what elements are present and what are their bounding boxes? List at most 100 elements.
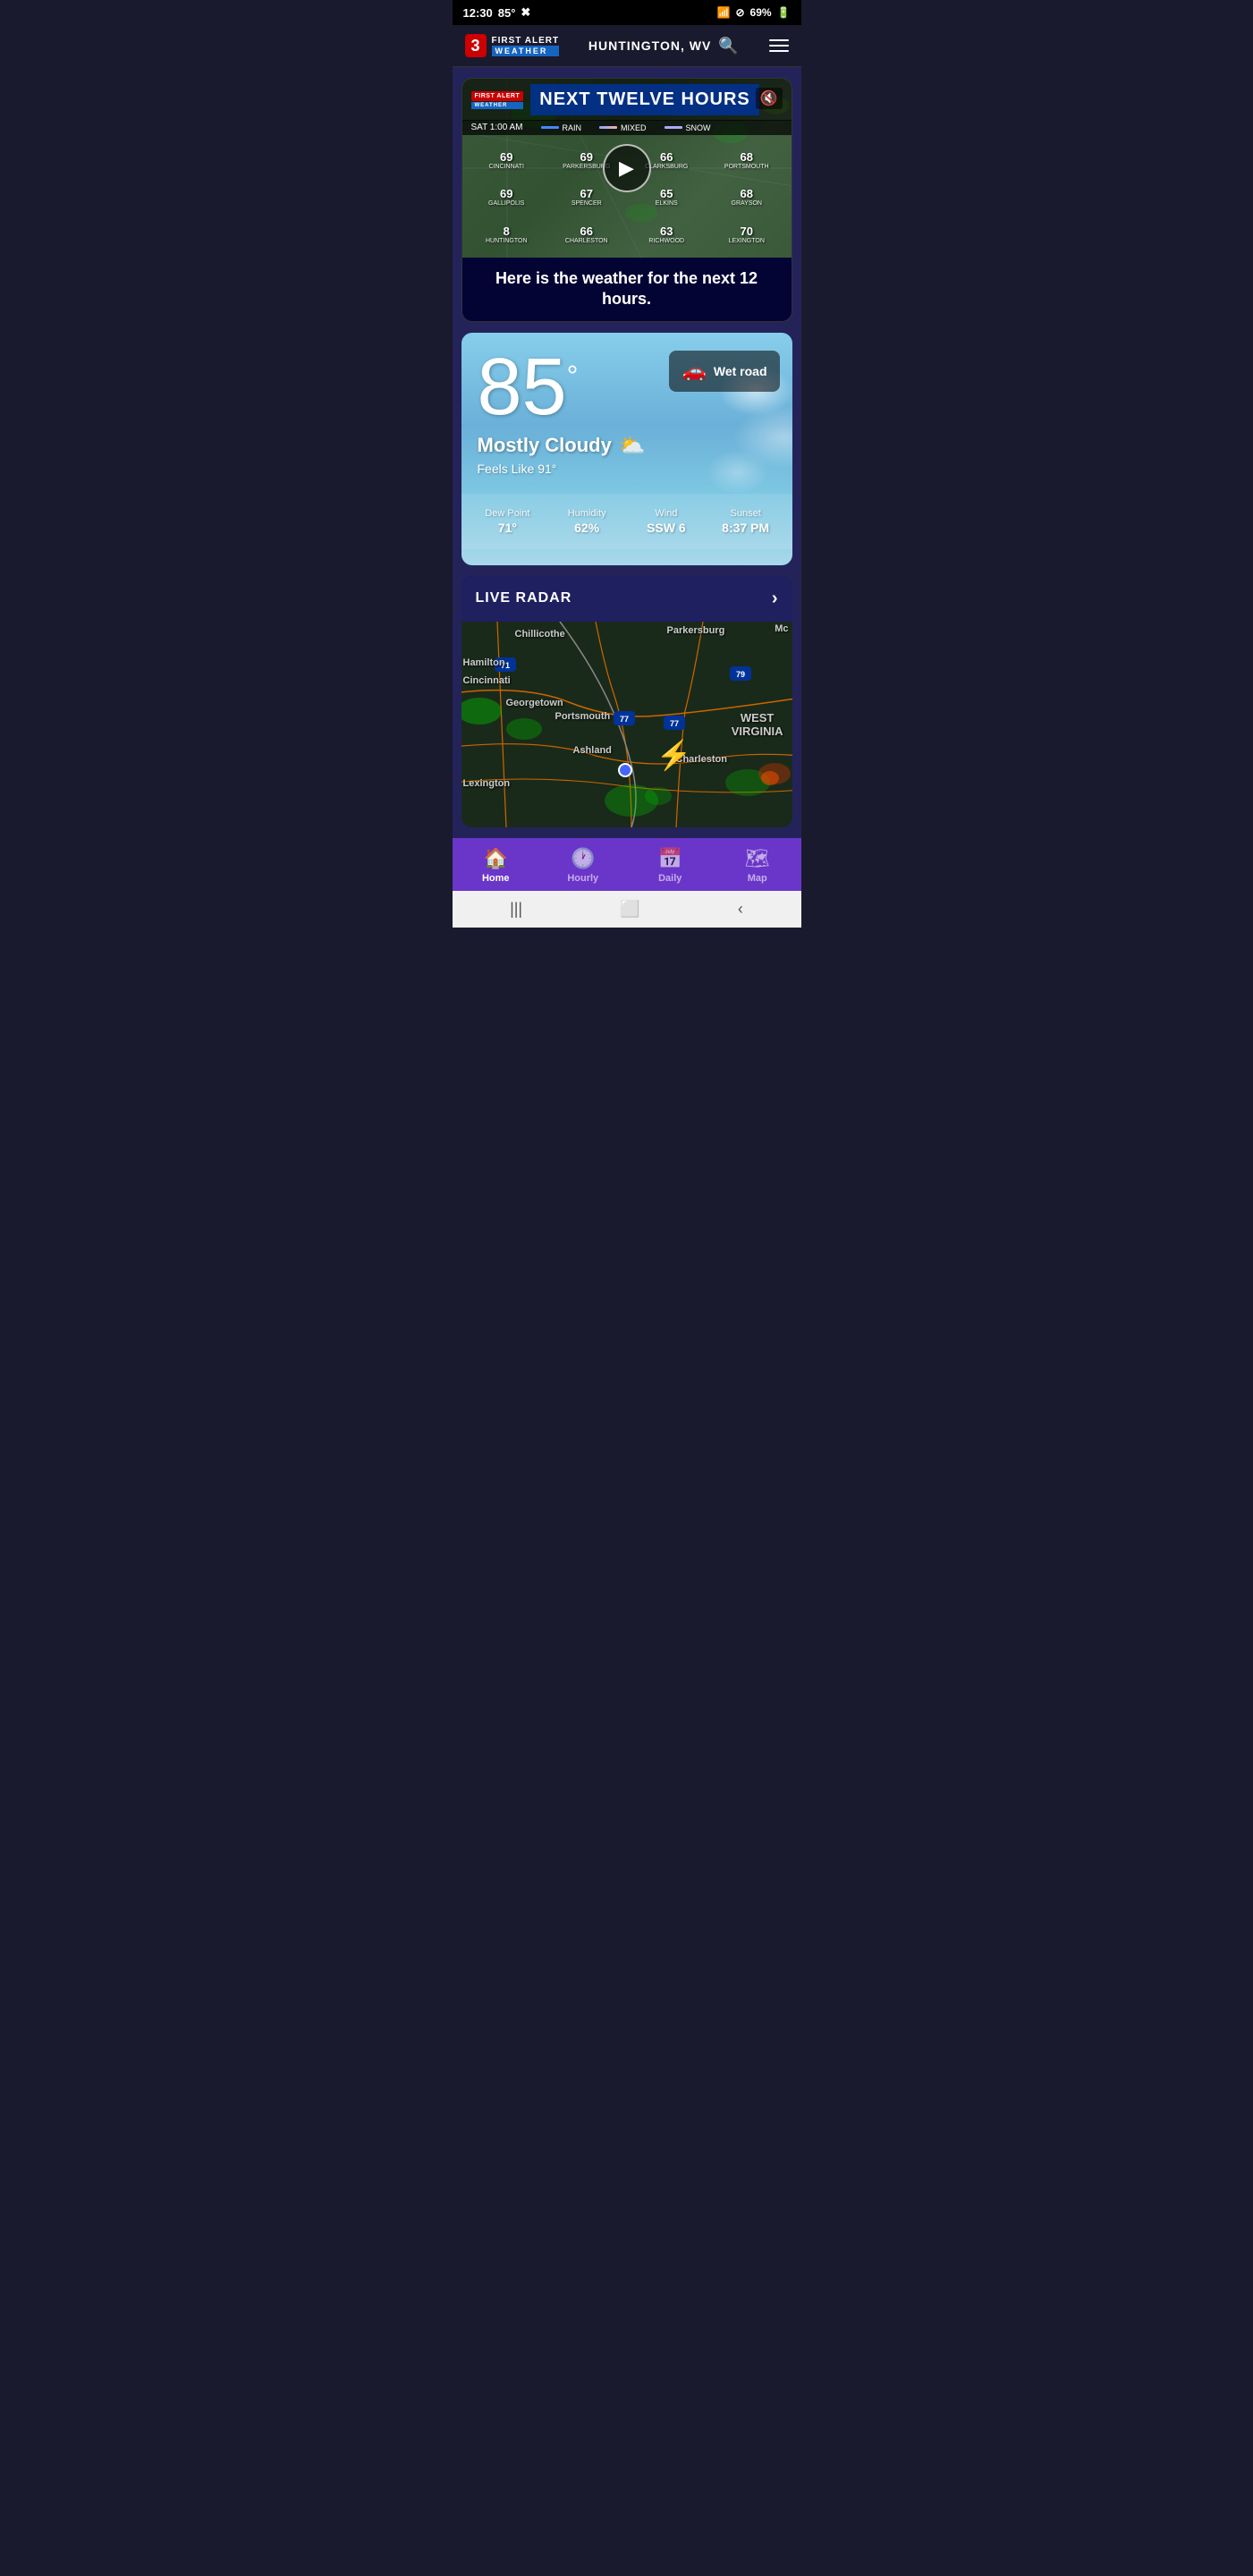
temp-charleston: 66 CHARLESTON [546, 216, 627, 253]
weather-card: 85 ° 🚗 Wet road Mostly Cloudy ⛅ Feels Li… [461, 333, 792, 565]
video-card: FIRST ALERT WEATHER NEXT TWELVE HOURS SA… [461, 78, 792, 322]
nav-hourly-label: Hourly [567, 873, 598, 884]
status-right: 📶 ⊘ 69% 🔋 [717, 6, 791, 19]
video-overlay-header: FIRST ALERT WEATHER NEXT TWELVE HOURS [462, 79, 792, 121]
video-first-alert-label: FIRST ALERT [471, 91, 524, 101]
video-weather-label: WEATHER [471, 102, 524, 109]
temperature-degree: ° [567, 360, 579, 393]
volume-button[interactable]: 🔇 [756, 88, 783, 109]
label-chillicothe: Chillicothe [515, 629, 565, 640]
radar-map[interactable]: 71 77 77 79 Chillicothe Parkersburg Hami… [461, 622, 792, 827]
legend-rain: RAIN [541, 123, 582, 132]
video-title: NEXT TWELVE HOURS [530, 84, 759, 115]
video-caption: Here is the weather for the next 12 hour… [462, 258, 792, 321]
weather-stats: Dew Point 71° Humidity 62% Wind SSW 6 Su… [461, 494, 792, 549]
nav-hourly[interactable]: 🕐 Hourly [556, 847, 610, 884]
nav-home[interactable]: 🏠 Home [469, 847, 522, 884]
menu-line-1 [769, 39, 789, 41]
stat-humidity: Humidity 62% [549, 508, 624, 535]
lightning-icon: ⚡ [656, 738, 692, 772]
label-mc: Mc [775, 623, 788, 634]
nav-daily-label: Daily [658, 873, 682, 884]
radar-card: LIVE RADAR › [461, 576, 792, 827]
label-cincinnati: Cincinnati [463, 675, 511, 686]
bottom-navigation: 🏠 Home 🕐 Hourly 📅 Daily 🗺 Map [453, 838, 801, 891]
sunset-label: Sunset [731, 508, 761, 519]
temp-portsmouth: 68 PORTSMOUTH [707, 141, 787, 179]
stat-sunset: Sunset 8:37 PM [708, 508, 783, 535]
status-time: 12:30 [463, 6, 493, 20]
temp-gallipolis: 69 GALLIPOLIS [467, 179, 547, 216]
battery-icon: 🔋 [777, 6, 791, 19]
dew-point-value: 71° [498, 521, 517, 535]
wet-road-label: Wet road [714, 364, 767, 378]
app-header: 3 FIRST ALERT WEATHER HUNTINGTON, WV 🔍 [453, 25, 801, 67]
wet-road-badge: 🚗 Wet road [669, 351, 779, 392]
android-home-button[interactable]: ⬜ [620, 900, 639, 919]
wind-value: SSW 6 [647, 521, 686, 535]
nav-map-label: Map [748, 873, 767, 884]
menu-button[interactable] [769, 39, 789, 52]
daily-icon: 📅 [658, 847, 682, 870]
condition-row: Mostly Cloudy ⛅ [478, 433, 776, 459]
nav-daily[interactable]: 📅 Daily [643, 847, 697, 884]
radar-title: LIVE RADAR [476, 590, 572, 606]
wifi-icon: 📶 [717, 6, 731, 19]
video-wrapper: FIRST ALERT WEATHER NEXT TWELVE HOURS SA… [462, 79, 792, 258]
android-nav-bar: ||| ⬜ ‹ [453, 891, 801, 928]
feels-like: Feels Like 91° [478, 462, 776, 476]
header-location: HUNTINGTON, WV 🔍 [588, 37, 740, 55]
label-portsmouth: Portsmouth [555, 711, 611, 722]
map-icon: 🗺 [745, 847, 770, 870]
temperature-value: 85 [478, 347, 567, 428]
temp-richwood: 63 RICHWOOD [627, 216, 707, 253]
no-disturb-icon: ⊘ [735, 6, 744, 19]
temp-huntington: 8 HUNTINGTON [467, 216, 547, 253]
stat-dew-point: Dew Point 71° [470, 508, 546, 535]
temp-cincinnati: 69 CINCINNATI [467, 141, 547, 179]
label-georgetown: Georgetown [506, 698, 563, 708]
search-button[interactable]: 🔍 [718, 37, 739, 55]
status-left: 12:30 85° ✖ [463, 5, 531, 20]
label-hamilton: Hamilton [463, 657, 505, 668]
video-time-label: SAT 1:00 AM [471, 123, 523, 132]
android-back-button[interactable]: ‹ [738, 900, 743, 919]
weather-main: 85 ° 🚗 Wet road Mostly Cloudy ⛅ Feels Li… [461, 333, 792, 485]
home-icon: 🏠 [484, 847, 508, 870]
svg-text:79: 79 [735, 670, 744, 679]
sunset-value: 8:37 PM [722, 521, 769, 535]
logo-weather: WEATHER [492, 46, 560, 56]
hourly-icon: 🕐 [571, 847, 595, 870]
nav-map[interactable]: 🗺 Map [731, 847, 784, 884]
nav-home-label: Home [482, 873, 510, 884]
svg-text:77: 77 [619, 715, 628, 724]
logo-number: 3 [465, 34, 487, 57]
radar-expand-icon: › [772, 589, 778, 609]
radar-header[interactable]: LIVE RADAR › [461, 576, 792, 622]
dew-point-label: Dew Point [485, 508, 529, 519]
menu-line-2 [769, 45, 789, 47]
label-parkersburg: Parkersburg [667, 625, 725, 636]
video-play-button[interactable]: ▶ [603, 144, 651, 192]
wet-road-icon: 🚗 [682, 360, 706, 383]
label-ashland: Ashland [573, 745, 612, 756]
label-lexington: Lexington [463, 778, 511, 789]
condition-icon: ⛅ [619, 433, 646, 459]
status-bar: 12:30 85° ✖ 📶 ⊘ 69% 🔋 [453, 0, 801, 25]
wind-label: Wind [655, 508, 677, 519]
label-west-virginia: WESTVIRGINIA [732, 711, 783, 739]
logo: 3 FIRST ALERT WEATHER [465, 34, 560, 57]
user-location-dot [618, 763, 632, 777]
stat-wind: Wind SSW 6 [629, 508, 704, 535]
main-content: FIRST ALERT WEATHER NEXT TWELVE HOURS SA… [453, 67, 801, 838]
video-map-background: FIRST ALERT WEATHER NEXT TWELVE HOURS SA… [462, 79, 792, 258]
legend-snow: SNOW [665, 123, 711, 132]
temp-grayson: 68 GRAYSON [707, 179, 787, 216]
legend-mixed: MIXED [599, 123, 647, 132]
logo-text: FIRST ALERT WEATHER [492, 36, 560, 56]
status-x-icon: ✖ [521, 5, 530, 20]
battery-percent: 69% [750, 6, 772, 19]
video-time-bar: SAT 1:00 AM RAIN MIXED SNOW [462, 120, 792, 135]
status-temp: 85° [498, 6, 516, 20]
android-recent-button[interactable]: ||| [510, 900, 522, 919]
